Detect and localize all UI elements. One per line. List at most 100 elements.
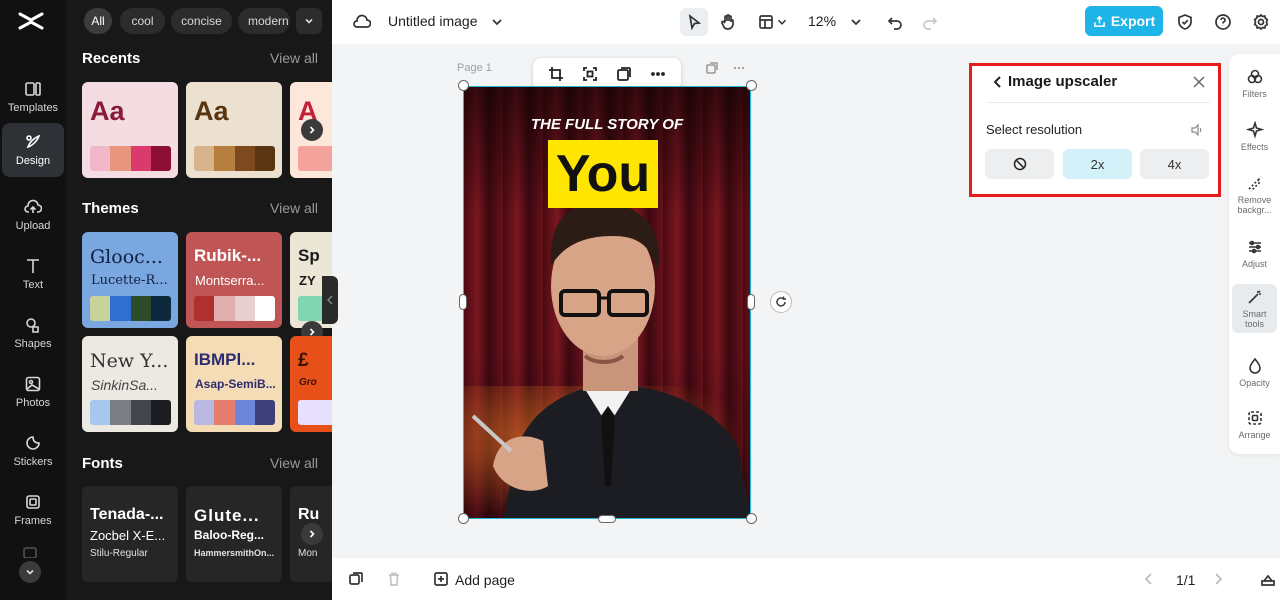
tool-filters[interactable]: Filters — [1232, 68, 1277, 99]
rail-item-frames[interactable]: Frames — [2, 483, 64, 537]
undo-button[interactable] — [883, 10, 907, 34]
theme-title: Sp — [298, 246, 320, 265]
chip-modern[interactable]: modern — [238, 8, 290, 34]
font-card[interactable]: Glute... Baloo-Reg... HammersmithOn... — [186, 486, 282, 582]
fonts-view-all-link[interactable]: View all — [270, 455, 318, 471]
tool-opacity[interactable]: Opacity — [1232, 357, 1277, 388]
speaker-icon[interactable] — [1190, 123, 1204, 137]
chip-concise[interactable]: concise — [171, 8, 232, 34]
close-icon[interactable] — [1191, 74, 1207, 90]
theme-card[interactable]: New Y... SinkinSa... — [82, 336, 178, 432]
capcut-logo-icon[interactable] — [18, 10, 44, 32]
resize-handle-left[interactable] — [459, 294, 467, 310]
collapse-panel-button[interactable] — [322, 276, 338, 324]
more-options-button[interactable] — [649, 65, 667, 83]
chevron-right-icon — [309, 126, 315, 134]
theme-card[interactable]: IBMPl... Asap-SemiB... — [186, 336, 282, 432]
layers-button[interactable] — [1260, 571, 1276, 587]
page-more-icon[interactable] — [732, 61, 746, 75]
theme-card[interactable]: Glooc... Lucette-R... — [82, 232, 178, 328]
resize-handle-top-left[interactable] — [458, 80, 469, 91]
theme-subtitle: Montserra... — [195, 273, 265, 288]
image-upscaler-panel: Image upscaler Select resolution 2x 4x — [969, 63, 1221, 197]
tool-remove-background[interactable]: Remove backgr... — [1232, 174, 1277, 215]
tool-adjust[interactable]: Adjust — [1232, 238, 1277, 269]
recent-card[interactable]: Aa — [186, 82, 282, 178]
rail-item-label: Stickers — [13, 456, 53, 468]
themes-view-all-link[interactable]: View all — [270, 200, 318, 216]
you-text-box: You — [548, 140, 658, 208]
back-arrow-icon[interactable] — [990, 74, 1006, 90]
rail-item-templates[interactable]: Templates — [2, 70, 64, 124]
help-button[interactable] — [1211, 10, 1235, 34]
layout-dropdown-button[interactable] — [774, 10, 790, 34]
select-tool-button[interactable] — [680, 8, 708, 36]
add-page-icon-button[interactable] — [433, 571, 449, 587]
tool-smart-tools[interactable]: Smart tools — [1232, 284, 1277, 333]
add-page-button[interactable]: Add page — [455, 572, 515, 588]
design-icon — [26, 134, 41, 149]
rail-item-shapes[interactable]: Shapes — [2, 306, 64, 360]
duplicate-button[interactable] — [615, 65, 633, 83]
rail-item-stickers[interactable]: Stickers — [2, 424, 64, 478]
tool-arrange[interactable]: Arrange — [1232, 409, 1277, 440]
resolution-4x-button[interactable]: 4x — [1140, 149, 1209, 179]
export-label: Export — [1110, 13, 1156, 29]
resize-handle-bottom-right[interactable] — [746, 513, 757, 524]
chips-more-button[interactable] — [296, 8, 322, 34]
resize-handle-right[interactable] — [747, 294, 755, 310]
fonts-next-button[interactable] — [301, 523, 323, 545]
theme-title: Rubik-... — [194, 246, 262, 265]
crop-button[interactable] — [547, 65, 565, 83]
delete-page-button[interactable] — [386, 571, 402, 587]
theme-card[interactable]: Rubik-... Montserra... — [186, 232, 282, 328]
pointer-icon — [688, 13, 702, 31]
resize-handle-bottom[interactable] — [598, 515, 616, 523]
chevron-down-icon — [492, 19, 502, 26]
next-page-button[interactable] — [1210, 571, 1226, 587]
page-counter: 1/1 — [1176, 572, 1196, 588]
redo-button[interactable] — [918, 10, 942, 34]
resize-handle-top-right[interactable] — [746, 80, 757, 91]
export-button[interactable]: Export — [1085, 6, 1163, 36]
card-swatches — [90, 400, 171, 425]
canvas-image[interactable]: THE FULL STORY OF You — [463, 86, 751, 519]
rail-item-photos[interactable]: Photos — [2, 365, 64, 419]
hand-tool-button[interactable] — [716, 10, 740, 34]
recent-card[interactable]: Aa — [82, 82, 178, 178]
tool-effects[interactable]: Effects — [1232, 121, 1277, 152]
zoom-level[interactable]: 12% — [808, 13, 836, 29]
resize-handle-bottom-left[interactable] — [458, 513, 469, 524]
shield-button[interactable] — [1173, 10, 1197, 34]
remove-background-icon — [1247, 176, 1262, 192]
rail-item-upload[interactable]: Upload — [2, 188, 64, 242]
chevron-down-icon — [851, 19, 861, 26]
resolution-none-button[interactable] — [985, 149, 1054, 179]
font-line-3: HammersmithOn... — [194, 548, 275, 558]
settings-button[interactable] — [1249, 10, 1273, 34]
prev-page-button[interactable] — [1141, 571, 1157, 587]
card-swatches — [298, 400, 332, 425]
rail-item-design[interactable]: Design — [2, 123, 64, 177]
smart-select-button[interactable] — [581, 65, 599, 83]
recents-view-all-link[interactable]: View all — [270, 50, 318, 66]
zoom-dropdown-button[interactable] — [844, 10, 868, 34]
resolution-2x-button[interactable]: 2x — [1063, 149, 1132, 179]
rail-expand-button[interactable] — [19, 561, 41, 583]
font-line-3: Stilu-Regular — [90, 548, 148, 559]
rotate-button[interactable] — [770, 291, 792, 313]
title-dropdown-button[interactable] — [485, 10, 509, 34]
cloud-save-button[interactable] — [350, 10, 374, 34]
undo-icon — [887, 17, 902, 30]
page-duplicate-icon[interactable] — [705, 61, 719, 75]
duplicate-page-button[interactable] — [348, 571, 364, 587]
chip-cool[interactable]: cool — [120, 8, 165, 34]
templates-icon — [25, 82, 41, 96]
rail-item-text[interactable]: Text — [2, 247, 64, 301]
font-card[interactable]: Tenada-... Zocbel X-E... Stilu-Regular — [82, 486, 178, 582]
chip-all[interactable]: All — [84, 8, 112, 34]
font-line-2: Baloo-Reg... — [194, 528, 265, 542]
document-title[interactable]: Untitled image — [388, 13, 478, 29]
theme-card[interactable]: £ Gro — [290, 336, 332, 432]
recents-next-button[interactable] — [301, 119, 323, 141]
